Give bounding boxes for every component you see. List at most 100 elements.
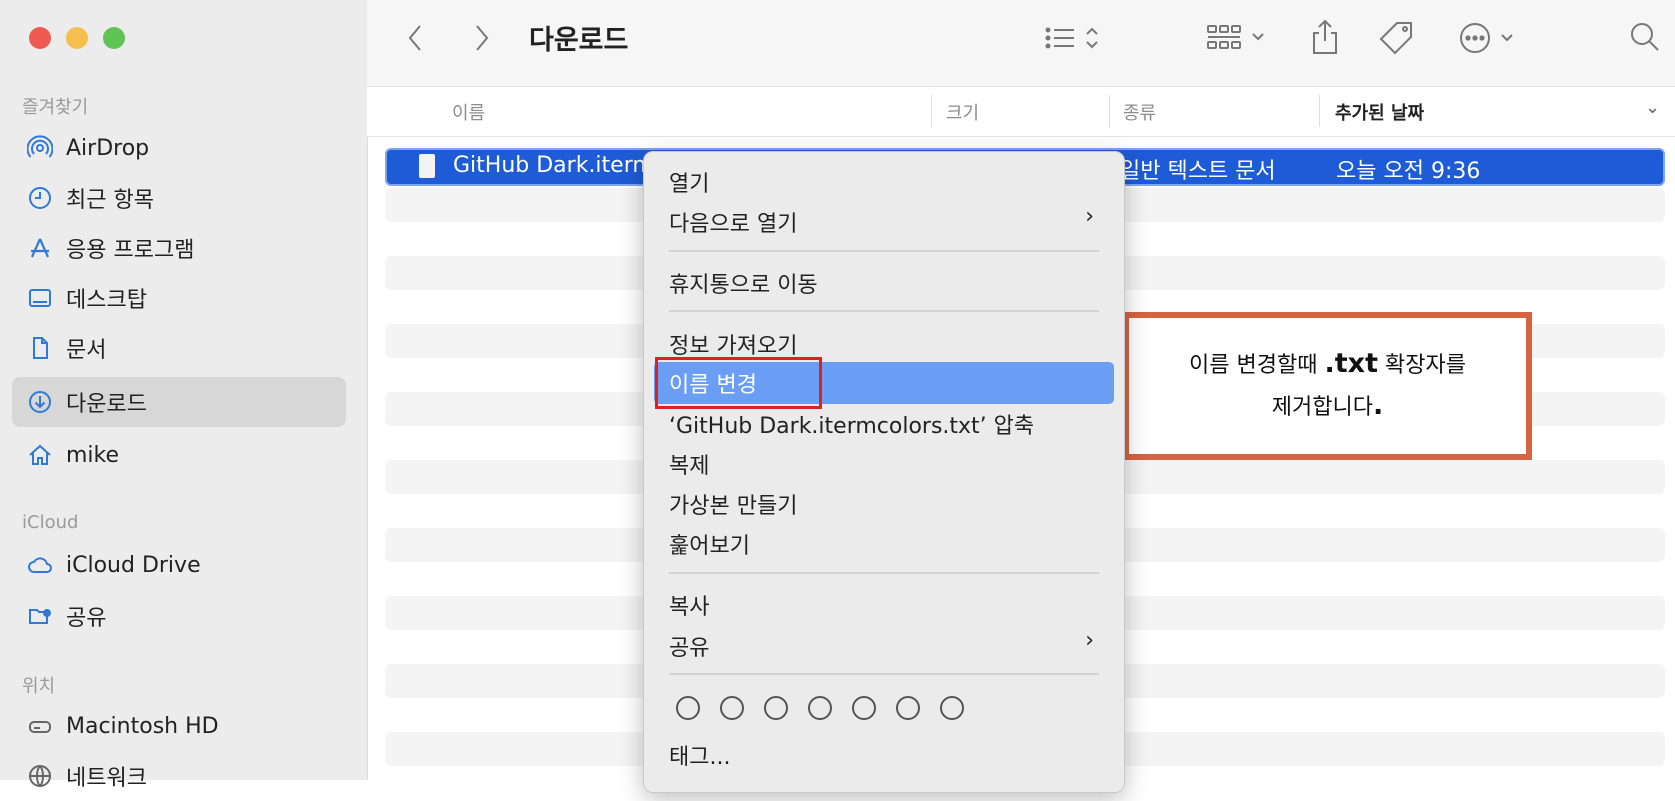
minimize-window-button[interactable] — [66, 27, 88, 49]
submenu-chevron-icon: › — [1085, 204, 1094, 229]
downloads-icon — [26, 388, 54, 416]
sidebar-item-label: 응용 프로그램 — [66, 238, 195, 263]
annotation-line2-bold: . — [1372, 390, 1384, 421]
sidebar-item-recents[interactable]: 최근 항목 — [12, 173, 346, 223]
clock-icon — [26, 184, 54, 212]
sidebar-item-documents[interactable]: 문서 — [12, 323, 346, 373]
sidebar-item-label: 문서 — [66, 338, 107, 363]
tag-color-circle[interactable] — [676, 696, 700, 720]
submenu-chevron-icon: › — [1085, 628, 1094, 653]
annotation-box: 이름 변경할때 .txt 확장자를 제거합니다. — [1123, 312, 1532, 460]
share-icon — [1313, 19, 1337, 54]
disk-icon — [26, 712, 54, 740]
tag-color-circle[interactable] — [764, 696, 788, 720]
document-icon — [26, 334, 54, 362]
grid-group-icon — [1207, 25, 1264, 49]
annotation-line1-pre: 이름 변경할때 — [1189, 353, 1325, 378]
menu-item-compress[interactable]: ‘GitHub Dark.itermcolors.txt’ 압축 — [669, 408, 1034, 440]
cloud-icon — [26, 551, 54, 579]
search-icon — [1631, 23, 1659, 51]
menu-item-quick-look[interactable]: 훑어보기 — [669, 528, 750, 560]
sidebar-item-macintosh-hd[interactable]: Macintosh HD — [12, 701, 346, 751]
sidebar-item-label: 데스크탑 — [66, 288, 147, 313]
close-window-button[interactable] — [29, 27, 51, 49]
tag-color-circle[interactable] — [852, 696, 876, 720]
sidebar-item-label: 최근 항목 — [66, 188, 154, 213]
menu-item-move-to-trash[interactable]: 휴지통으로 이동 — [669, 267, 818, 299]
sidebar-item-label: AirDrop — [66, 135, 150, 161]
sidebar-item-shared[interactable]: 공유 — [12, 591, 346, 641]
context-menu: 열기 다음으로 열기 › 휴지통으로 이동 정보 가져오기 이름 변경 ‘Git… — [643, 151, 1125, 793]
sidebar-section-locations: 위치 — [22, 676, 56, 697]
zoom-window-button[interactable] — [103, 27, 125, 49]
column-header-bar: 이름 크기 종류 추가된 날짜 ⌄ — [367, 87, 1675, 137]
menu-item-duplicate[interactable]: 복제 — [669, 448, 709, 480]
file-date-added: 오늘 오전 9:36 — [1336, 159, 1481, 184]
tag-color-circle[interactable] — [940, 696, 964, 720]
sidebar: 즐겨찾기 AirDrop 최근 항목 응용 프로그램 데스크탑 문서 다운로드 — [0, 0, 368, 791]
menu-item-make-alias[interactable]: 가상본 만들기 — [669, 488, 797, 520]
rename-highlight-box — [655, 357, 822, 409]
column-header-date-added[interactable]: 추가된 날짜 — [1335, 99, 1424, 125]
text-file-icon — [419, 154, 435, 178]
column-header-name[interactable]: 이름 — [452, 99, 485, 125]
sidebar-item-label: iCloud Drive — [66, 552, 201, 578]
shared-folder-icon — [26, 602, 54, 630]
sidebar-item-icloud-drive[interactable]: iCloud Drive — [12, 540, 346, 590]
chevron-left-icon — [408, 25, 421, 51]
sort-chevron-icon[interactable]: ⌄ — [1645, 97, 1660, 118]
search-button[interactable] — [1628, 20, 1662, 54]
sidebar-item-label: mike — [66, 442, 120, 468]
menu-separator — [669, 673, 1099, 675]
menu-item-open-with[interactable]: 다음으로 열기 — [669, 206, 797, 238]
sidebar-item-label: 공유 — [66, 606, 107, 631]
sidebar-section-icloud: iCloud — [22, 512, 79, 533]
sidebar-item-downloads[interactable]: 다운로드 — [12, 377, 346, 427]
annotation-line2: 제거합니다 — [1271, 395, 1373, 420]
tag-color-circle[interactable] — [808, 696, 832, 720]
window-title: 다운로드 — [529, 25, 629, 56]
sidebar-item-network[interactable]: 네트워크 — [12, 751, 346, 801]
ellipsis-circle-icon — [1460, 23, 1513, 53]
list-view-button[interactable] — [1043, 22, 1103, 54]
sidebar-item-airdrop[interactable]: AirDrop — [12, 123, 346, 173]
menu-item-share[interactable]: 공유 — [669, 630, 709, 662]
sidebar-section-favorites: 즐겨찾기 — [22, 97, 89, 118]
tag-icon — [1379, 22, 1412, 55]
menu-item-get-info[interactable]: 정보 가져오기 — [669, 328, 797, 360]
forward-button[interactable] — [472, 22, 492, 54]
menu-item-tags[interactable]: 태그... — [669, 739, 730, 771]
sidebar-item-applications[interactable]: 응용 프로그램 — [12, 223, 346, 273]
airdrop-icon — [26, 134, 54, 162]
column-header-kind[interactable]: 종류 — [1123, 99, 1156, 125]
sidebar-item-label: 네트워크 — [66, 766, 147, 791]
menu-item-copy[interactable]: 복사 — [669, 589, 709, 621]
chevron-right-icon — [476, 25, 489, 51]
applications-icon — [26, 234, 54, 262]
network-icon — [26, 762, 54, 790]
group-button[interactable] — [1205, 20, 1273, 54]
more-actions-button[interactable] — [1457, 20, 1523, 56]
toolbar: 다운로드 — [367, 0, 1675, 87]
sidebar-item-desktop[interactable]: 데스크탑 — [12, 273, 346, 323]
sidebar-item-label: Macintosh HD — [66, 713, 219, 739]
annotation-line1-post: 확장자를 — [1377, 353, 1466, 378]
menu-item-open[interactable]: 열기 — [669, 166, 709, 198]
menu-separator — [669, 310, 1099, 312]
file-kind: 일반 텍스트 문서 — [1120, 159, 1276, 184]
menu-separator — [669, 572, 1099, 574]
annotation-text: 이름 변경할때 .txt 확장자를 제거합니다. — [1189, 344, 1466, 428]
tag-color-circle[interactable] — [896, 696, 920, 720]
tag-color-circle[interactable] — [720, 696, 744, 720]
share-button[interactable] — [1309, 17, 1341, 57]
column-header-size[interactable]: 크기 — [946, 99, 979, 125]
list-view-icon — [1045, 27, 1098, 49]
menu-separator — [669, 250, 1099, 252]
home-icon — [26, 441, 54, 469]
sidebar-item-label: 다운로드 — [66, 392, 147, 417]
desktop-icon — [26, 284, 54, 312]
back-button[interactable] — [405, 22, 425, 54]
sidebar-item-home[interactable]: mike — [12, 430, 346, 480]
tags-button[interactable] — [1377, 19, 1417, 57]
file-name: GitHub Dark.iterm — [453, 153, 654, 178]
